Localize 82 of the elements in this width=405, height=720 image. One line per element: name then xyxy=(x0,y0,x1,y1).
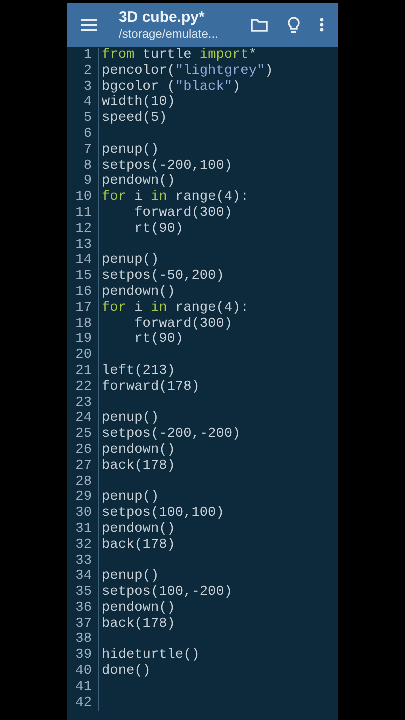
code-line: from turtle import* xyxy=(102,48,258,64)
line-number: 42 xyxy=(74,696,92,712)
code-line: done() xyxy=(102,664,151,680)
code-line: pendown() xyxy=(102,174,176,190)
line-number: 4 xyxy=(82,95,92,112)
line-number: 26 xyxy=(74,442,92,459)
line-number: 35 xyxy=(74,585,92,601)
line-number: 13 xyxy=(74,238,92,254)
code-line: pencolor("lightgrey") xyxy=(102,64,274,80)
line-number: 33 xyxy=(74,554,92,570)
line-number: 19 xyxy=(74,332,92,348)
code-line: for i in range(4): xyxy=(102,190,249,206)
line-number: 10 xyxy=(74,190,92,206)
code-line: rt(90) xyxy=(134,222,184,238)
code-line: forward(300) xyxy=(134,316,233,332)
code-line: setpos(-200,100) xyxy=(102,158,233,174)
line-number: 18 xyxy=(74,316,92,332)
line-number: 37 xyxy=(74,616,92,632)
line-number: 31 xyxy=(74,522,92,538)
line-number: 3 xyxy=(82,80,92,96)
line-number: 30 xyxy=(74,506,92,522)
code-line: penup() xyxy=(102,253,160,269)
line-number: 17 xyxy=(74,300,92,317)
code-line: back(178) xyxy=(102,458,176,475)
line-number: 2 xyxy=(82,64,92,80)
line-number: 5 xyxy=(82,111,92,127)
code-line: forward(178) xyxy=(102,380,200,396)
line-number: 22 xyxy=(74,380,92,396)
folder-icon[interactable] xyxy=(251,18,268,32)
code-line: pendown() xyxy=(102,522,176,538)
code-line: setpos(-50,200) xyxy=(102,269,224,285)
line-number: 11 xyxy=(74,206,92,222)
line-number: 8 xyxy=(82,158,92,174)
line-number: 23 xyxy=(74,396,92,412)
file-path: /storage/emulate... xyxy=(119,26,220,42)
code-line: pendown() xyxy=(102,600,176,617)
file-title: 3D cube.py* xyxy=(119,8,206,26)
code-line: bgcolor ("black") xyxy=(102,80,241,95)
line-number: 7 xyxy=(82,142,92,159)
more-options-icon[interactable] xyxy=(320,18,324,32)
line-number: 1 xyxy=(82,48,92,64)
line-number: 39 xyxy=(74,648,92,664)
line-number: 28 xyxy=(74,474,92,490)
menu-icon[interactable] xyxy=(81,19,97,31)
code-line: penup() xyxy=(102,569,160,585)
line-number: 24 xyxy=(74,411,92,428)
line-number: 29 xyxy=(74,490,92,506)
code-line: penup() xyxy=(102,411,160,427)
line-number: 14 xyxy=(74,253,92,270)
code-line: width(10) xyxy=(102,95,176,111)
code-line: setpos(100,100) xyxy=(102,506,224,522)
code-line: setpos(-200,-200) xyxy=(102,427,241,443)
line-number: 15 xyxy=(74,269,92,285)
line-number: 40 xyxy=(74,664,92,680)
code-line: penup() xyxy=(102,142,160,159)
line-number: 27 xyxy=(74,458,92,475)
code-line: rt(90) xyxy=(134,332,184,348)
lightbulb-icon[interactable] xyxy=(288,16,300,34)
line-number: 41 xyxy=(74,680,92,696)
code-line: pendown() xyxy=(102,442,176,459)
line-number: 32 xyxy=(74,538,92,554)
line-number: 36 xyxy=(74,600,92,617)
line-number: 25 xyxy=(74,427,92,443)
code-line: for i in range(4): xyxy=(102,300,249,317)
code-line: pendown() xyxy=(102,284,176,301)
code-line: hideturtle() xyxy=(102,648,200,664)
code-line: back(178) xyxy=(102,538,176,554)
line-number: 34 xyxy=(74,569,92,586)
line-number: 38 xyxy=(74,632,92,648)
code-line: penup() xyxy=(102,490,160,506)
line-number: 21 xyxy=(74,364,92,380)
line-number: 9 xyxy=(82,174,92,190)
line-number: 16 xyxy=(74,284,92,301)
line-number: 6 xyxy=(82,126,92,143)
line-number: 20 xyxy=(74,348,92,364)
code-line: back(178) xyxy=(102,616,176,632)
code-line: setpos(100,-200) xyxy=(102,585,233,601)
code-line: forward(300) xyxy=(134,206,233,222)
code-editor[interactable] xyxy=(67,47,338,720)
code-line: left(213) xyxy=(102,364,176,380)
line-number: 12 xyxy=(74,222,92,238)
code-line: speed(5) xyxy=(102,111,168,127)
